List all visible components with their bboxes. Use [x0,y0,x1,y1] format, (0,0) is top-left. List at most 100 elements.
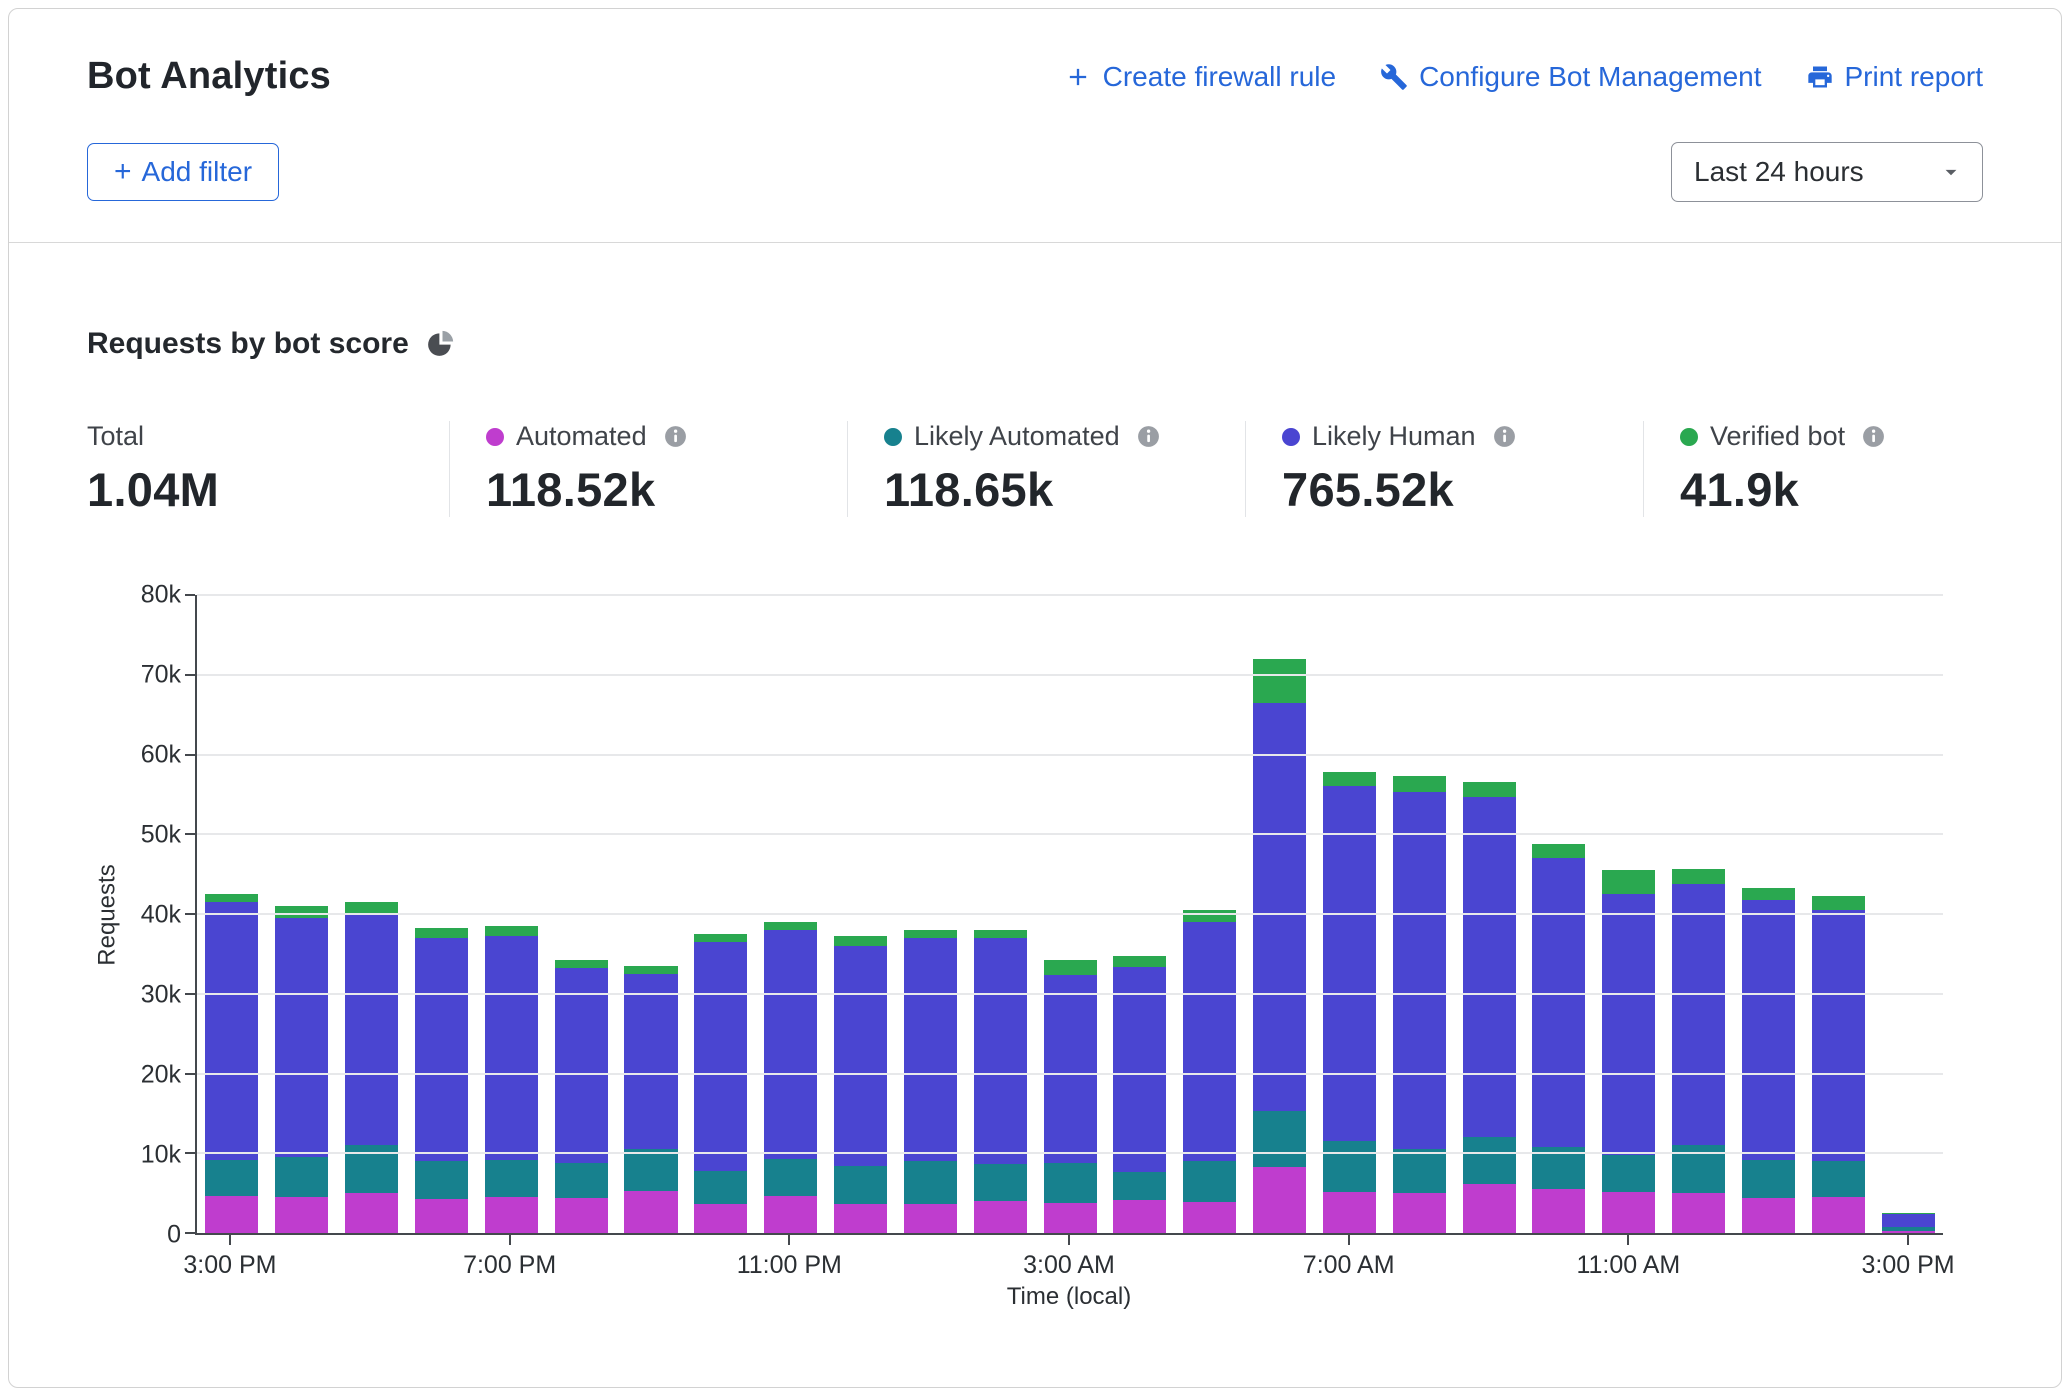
stat-total-label: Total [87,421,144,452]
segment-likely-automated [1113,1172,1166,1199]
segment-verified-bot [205,894,258,902]
segment-likely-automated [974,1164,1027,1201]
time-range-value: Last 24 hours [1694,156,1864,188]
stat-verified-bot: Verified bot 41.9k [1643,421,2041,517]
x-tick-mark [788,1235,790,1245]
segment-automated [1812,1197,1865,1233]
stat-automated: Automated 118.52k [449,421,847,517]
configure-bot-management-label: Configure Bot Management [1419,61,1761,93]
wrench-icon [1380,63,1408,91]
info-icon[interactable] [1492,424,1517,449]
segment-verified-bot [1044,960,1097,975]
y-tick-mark [185,754,195,756]
segment-likely-automated [275,1157,328,1197]
segment-likely-human [1812,910,1865,1161]
segment-likely-human [764,930,817,1159]
segment-likely-automated [1044,1163,1097,1203]
y-tick-label: 10k [141,1141,181,1170]
info-icon[interactable] [663,424,688,449]
segment-automated [485,1197,538,1233]
segment-verified-bot [1532,844,1585,858]
stat-verified-bot-label: Verified bot [1710,421,1845,452]
segment-verified-bot [694,934,747,942]
segment-automated [555,1198,608,1233]
y-tick-label: 70k [141,661,181,690]
segment-verified-bot [415,928,468,938]
stat-likely-automated-value: 118.65k [884,462,1245,517]
x-tick-label: 3:00 PM [1861,1251,1954,1280]
pie-chart-icon [425,329,455,359]
print-report-link[interactable]: Print report [1806,61,1984,93]
segment-verified-bot [904,930,957,938]
segment-likely-automated [624,1149,677,1190]
segment-automated [974,1201,1027,1233]
segment-likely-automated [1463,1137,1516,1183]
segment-automated [1463,1184,1516,1233]
segment-automated [1532,1189,1585,1233]
y-tick-label: 80k [141,581,181,610]
gridline [197,913,1943,915]
time-range-select[interactable]: Last 24 hours [1671,142,1983,202]
segment-likely-human [974,938,1027,1164]
stat-automated-value: 118.52k [486,462,847,517]
segment-verified-bot [1812,896,1865,910]
x-tick-mark [1348,1235,1350,1245]
segment-likely-human [1532,858,1585,1147]
segment-likely-human [415,938,468,1161]
segment-verified-bot [485,926,538,936]
x-axis: 3:00 PM7:00 PM11:00 PM3:00 AM7:00 AM11:0… [195,1235,1943,1281]
segment-likely-human [1113,967,1166,1173]
print-report-label: Print report [1845,61,1984,93]
segment-likely-human [1393,792,1446,1149]
stat-total: Total 1.04M [87,421,449,517]
segment-automated [415,1199,468,1233]
stat-likely-human: Likely Human 765.52k [1245,421,1643,517]
segment-likely-automated [555,1163,608,1198]
x-tick-label: 11:00 PM [737,1251,842,1280]
segment-likely-human [1183,922,1236,1161]
x-tick-mark [1068,1235,1070,1245]
segment-automated [1183,1202,1236,1233]
y-tick-mark [185,674,195,676]
plot-area [195,595,1943,1235]
segment-likely-human [1044,975,1097,1162]
segment-automated [1253,1167,1306,1233]
segment-likely-human [275,918,328,1157]
segment-automated [764,1196,817,1233]
add-filter-button[interactable]: + Add filter [87,143,279,201]
gridline [197,674,1943,676]
segment-verified-bot [1742,888,1795,901]
segment-likely-automated [694,1171,747,1204]
segment-likely-human [1602,894,1655,1155]
segment-verified-bot [1253,659,1306,703]
segment-verified-bot [624,966,677,974]
segment-verified-bot [1183,910,1236,922]
x-tick-label: 3:00 AM [1023,1251,1115,1280]
segment-automated [904,1204,957,1233]
info-icon[interactable] [1136,424,1161,449]
gridline [197,993,1943,995]
gridline [197,754,1943,756]
create-firewall-rule-link[interactable]: Create firewall rule [1064,61,1336,93]
segment-likely-human [1323,786,1376,1141]
create-firewall-rule-label: Create firewall rule [1103,61,1336,93]
segment-likely-automated [1183,1161,1236,1202]
segment-automated [205,1196,258,1233]
configure-bot-management-link[interactable]: Configure Bot Management [1380,61,1761,93]
automated-dot-icon [486,428,504,446]
y-tick-label: 40k [141,901,181,930]
x-tick-label: 11:00 AM [1576,1251,1680,1280]
header-actions: Create firewall rule Configure Bot Manag… [1064,61,1983,93]
info-icon[interactable] [1861,424,1886,449]
gridline [197,1073,1943,1075]
printer-icon [1806,63,1834,91]
x-tick-mark [1907,1235,1909,1245]
segment-likely-human [1463,797,1516,1138]
y-tick-mark [185,913,195,915]
stat-likely-human-label: Likely Human [1312,421,1476,452]
x-tick-label: 7:00 AM [1303,1251,1395,1280]
y-tick-label: 60k [141,741,181,770]
segment-likely-automated [1602,1155,1655,1192]
segment-likely-automated [485,1160,538,1197]
header: Bot Analytics Create firewall rule Confi… [9,9,2061,242]
